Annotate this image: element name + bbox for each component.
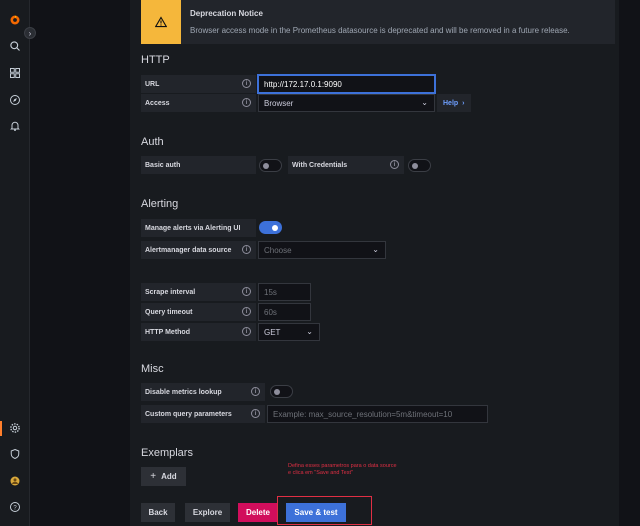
manage-alerts-label: Manage alerts via Alerting UI xyxy=(141,219,256,237)
help-icon[interactable]: ? xyxy=(7,499,23,515)
left-gutter xyxy=(30,0,130,526)
basic-auth-switch[interactable] xyxy=(259,159,282,172)
disable-metrics-switch[interactable] xyxy=(270,385,293,398)
misc-section-title: Misc xyxy=(141,363,164,375)
search-icon[interactable] xyxy=(7,38,23,54)
svg-text:?: ? xyxy=(13,505,17,511)
switch-knob xyxy=(412,163,418,169)
add-exemplar-label: Add xyxy=(161,472,177,481)
info-icon[interactable]: i xyxy=(242,287,251,296)
help-button[interactable]: Help › xyxy=(437,94,471,112)
manage-alerts-label-text: Manage alerts via Alerting UI xyxy=(145,224,241,232)
custom-query-label-text: Custom query parameters xyxy=(145,410,232,418)
expand-sidebar-button[interactable]: › xyxy=(24,27,36,39)
chevron-down-icon: ⌄ xyxy=(421,98,428,107)
annotation-line-1: Defina esses parametros para o data sour… xyxy=(288,463,397,469)
help-button-label: Help xyxy=(443,99,459,107)
instruction-annotation: Defina esses parametros para o data sour… xyxy=(288,463,428,477)
query-timeout-label: Query timeout i xyxy=(141,303,256,321)
http-method-select[interactable]: GET ⌄ xyxy=(258,323,320,341)
deprecation-notice: Deprecation Notice Browser access mode i… xyxy=(141,0,615,44)
dashboards-icon[interactable] xyxy=(7,65,23,81)
warning-icon xyxy=(141,0,181,44)
info-icon[interactable]: i xyxy=(251,409,260,418)
switch-knob xyxy=(263,163,269,169)
custom-query-input[interactable]: Example: max_source_resolution=5m&timeou… xyxy=(267,405,488,423)
user-avatar-icon[interactable] xyxy=(7,473,23,489)
alertmanager-label: Alertmanager data source i xyxy=(141,241,256,259)
switch-knob xyxy=(274,389,280,395)
manage-alerts-switch[interactable] xyxy=(259,221,282,234)
query-timeout-label-text: Query timeout xyxy=(145,308,193,316)
info-icon[interactable]: i xyxy=(242,327,251,336)
gear-icon[interactable] xyxy=(7,420,23,436)
plus-icon: + xyxy=(150,471,157,482)
basic-auth-label-text: Basic auth xyxy=(145,161,181,169)
alert-bell-icon[interactable] xyxy=(7,118,23,134)
disable-metrics-label: Disable metrics lookup i xyxy=(141,383,265,401)
http-method-label: HTTP Method i xyxy=(141,323,256,341)
back-button[interactable]: Back xyxy=(141,503,175,522)
chevron-right-icon: › xyxy=(462,99,465,107)
info-icon[interactable]: i xyxy=(242,98,251,107)
access-select[interactable]: Browser ⌄ xyxy=(258,94,435,112)
http-section-title: HTTP xyxy=(141,54,170,66)
active-indicator xyxy=(0,421,2,436)
disable-metrics-label-text: Disable metrics lookup xyxy=(145,388,222,396)
custom-query-label: Custom query parameters i xyxy=(141,405,265,423)
with-credentials-switch[interactable] xyxy=(408,159,431,172)
save-highlight-box xyxy=(277,496,372,525)
info-icon[interactable]: i xyxy=(390,160,399,169)
basic-auth-label: Basic auth xyxy=(141,156,256,174)
alertmanager-label-text: Alertmanager data source xyxy=(145,246,232,254)
add-exemplar-button[interactable]: + Add xyxy=(141,467,186,486)
info-icon[interactable]: i xyxy=(251,387,260,396)
chevron-down-icon: ⌄ xyxy=(372,245,379,254)
annotation-line-2: e clica em "Save and Test" xyxy=(288,470,353,476)
http-method-value: GET xyxy=(264,327,281,337)
http-method-label-text: HTTP Method xyxy=(145,328,190,336)
delete-button[interactable]: Delete xyxy=(238,503,278,522)
access-select-value: Browser xyxy=(264,98,294,108)
explore-button[interactable]: Explore xyxy=(185,503,230,522)
access-label-text: Access xyxy=(145,99,170,107)
with-credentials-label: With Credentials i xyxy=(288,156,404,174)
auth-section-title: Auth xyxy=(141,136,164,148)
explore-compass-icon[interactable] xyxy=(7,92,23,108)
with-credentials-label-text: With Credentials xyxy=(292,161,348,169)
info-icon[interactable]: i xyxy=(242,245,251,254)
url-label-text: URL xyxy=(145,80,160,88)
alertmanager-select[interactable]: Choose ⌄ xyxy=(258,241,386,259)
url-label: URL i xyxy=(141,75,256,93)
url-input[interactable]: http://172.17.0.1:9090 xyxy=(258,75,435,93)
query-timeout-input[interactable]: 60s xyxy=(258,303,311,321)
sidebar: ? xyxy=(0,0,30,526)
access-label: Access i xyxy=(141,94,256,112)
info-icon[interactable]: i xyxy=(242,79,251,88)
info-icon[interactable]: i xyxy=(242,307,251,316)
scrape-interval-label-text: Scrape interval xyxy=(145,288,196,296)
scrape-interval-label: Scrape interval i xyxy=(141,283,256,301)
notice-text: Browser access mode in the Prometheus da… xyxy=(190,26,570,35)
chevron-down-icon: ⌄ xyxy=(306,327,313,336)
notice-title: Deprecation Notice xyxy=(190,9,263,18)
datasource-settings-panel: Deprecation Notice Browser access mode i… xyxy=(130,0,619,526)
right-gutter xyxy=(619,0,640,526)
shield-icon[interactable] xyxy=(7,446,23,462)
alertmanager-placeholder: Choose xyxy=(264,245,292,255)
alerting-section-title: Alerting xyxy=(141,198,179,210)
exemplars-section-title: Exemplars xyxy=(141,447,193,459)
scrape-interval-input[interactable]: 15s xyxy=(258,283,311,301)
switch-knob xyxy=(272,225,278,231)
grafana-logo-icon[interactable] xyxy=(7,12,23,28)
